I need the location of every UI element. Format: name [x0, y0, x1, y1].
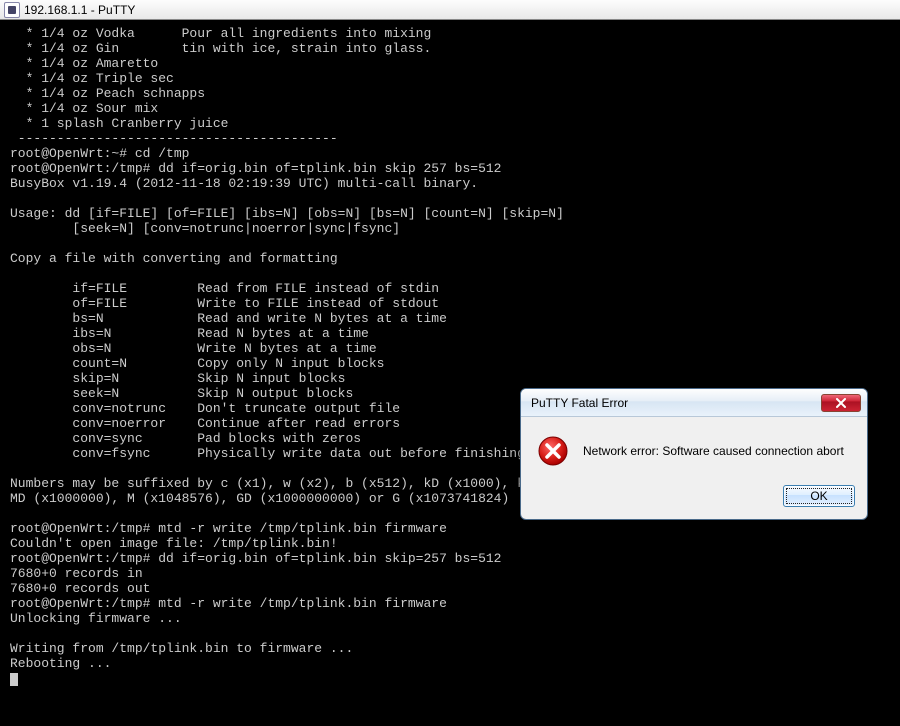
dialog-button-row: OK [521, 481, 867, 519]
terminal-line: * 1/4 oz Peach schnapps [10, 86, 890, 101]
terminal-line: 7680+0 records out [10, 581, 890, 596]
cursor [10, 673, 18, 686]
terminal-line: * 1/4 oz Triple sec [10, 71, 890, 86]
terminal-line: count=N Copy only N input blocks [10, 356, 890, 371]
terminal-line: BusyBox v1.19.4 (2012-11-18 02:19:39 UTC… [10, 176, 890, 191]
terminal-line: Writing from /tmp/tplink.bin to firmware… [10, 641, 890, 656]
terminal-line [10, 626, 890, 641]
dialog-close-button[interactable] [821, 394, 861, 412]
dialog-ok-button[interactable]: OK [783, 485, 855, 507]
dialog-message: Network error: Software caused connectio… [583, 444, 844, 458]
fatal-error-dialog: PuTTY Fatal Error Network error: Softwar… [520, 388, 868, 520]
terminal-line: skip=N Skip N input blocks [10, 371, 890, 386]
terminal-line: bs=N Read and write N bytes at a time [10, 311, 890, 326]
terminal-line: ----------------------------------------… [10, 131, 890, 146]
terminal-line: * 1 splash Cranberry juice [10, 116, 890, 131]
terminal-line: root@OpenWrt:/tmp# mtd -r write /tmp/tpl… [10, 596, 890, 611]
terminal-line: of=FILE Write to FILE instead of stdout [10, 296, 890, 311]
terminal-line: obs=N Write N bytes at a time [10, 341, 890, 356]
terminal-line: Rebooting ... [10, 656, 890, 671]
terminal-line [10, 191, 890, 206]
window-title: 192.168.1.1 - PuTTY [24, 3, 135, 17]
terminal-line: Couldn't open image file: /tmp/tplink.bi… [10, 536, 890, 551]
terminal-line: root@OpenWrt:/tmp# dd if=orig.bin of=tpl… [10, 161, 890, 176]
terminal-line: 7680+0 records in [10, 566, 890, 581]
terminal-line: ibs=N Read N bytes at a time [10, 326, 890, 341]
terminal-line: Copy a file with converting and formatti… [10, 251, 890, 266]
terminal-line: root@OpenWrt:~# cd /tmp [10, 146, 890, 161]
terminal-line [10, 236, 890, 251]
terminal-line: Unlocking firmware ... [10, 611, 890, 626]
terminal-line [10, 266, 890, 281]
terminal-line: [seek=N] [conv=notrunc|noerror|sync|fsyn… [10, 221, 890, 236]
terminal-line: if=FILE Read from FILE instead of stdin [10, 281, 890, 296]
terminal-line: * 1/4 oz Sour mix [10, 101, 890, 116]
window-titlebar[interactable]: 192.168.1.1 - PuTTY [0, 0, 900, 20]
dialog-titlebar[interactable]: PuTTY Fatal Error [521, 389, 867, 417]
terminal-line: Usage: dd [if=FILE] [of=FILE] [ibs=N] [o… [10, 206, 890, 221]
dialog-title: PuTTY Fatal Error [531, 396, 821, 410]
error-icon [537, 435, 569, 467]
terminal-line: * 1/4 oz Gin tin with ice, strain into g… [10, 41, 890, 56]
dialog-body: Network error: Software caused connectio… [521, 417, 867, 481]
terminal-line: * 1/4 oz Vodka Pour all ingredients into… [10, 26, 890, 41]
close-icon [836, 398, 846, 408]
terminal-line: root@OpenWrt:/tmp# mtd -r write /tmp/tpl… [10, 521, 890, 536]
putty-app-icon [4, 2, 20, 18]
terminal-line: root@OpenWrt:/tmp# dd if=orig.bin of=tpl… [10, 551, 890, 566]
terminal-output[interactable]: * 1/4 oz Vodka Pour all ingredients into… [0, 20, 900, 686]
terminal-cursor-line [10, 671, 890, 686]
terminal-line: * 1/4 oz Amaretto [10, 56, 890, 71]
